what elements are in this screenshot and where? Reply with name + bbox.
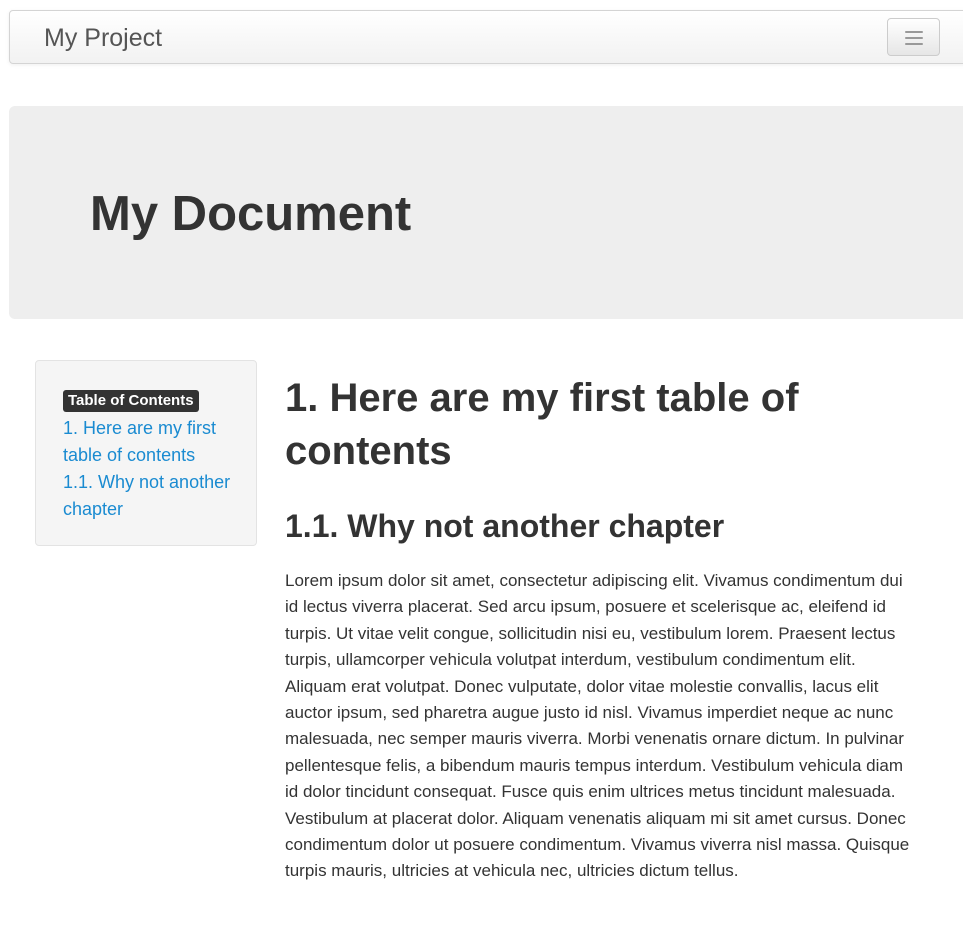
nav-toggle-button[interactable] [887, 18, 940, 56]
toc-links: 1. Here are my first table of contents 1… [63, 415, 233, 523]
navbar: My Project [9, 10, 963, 64]
toc-link-chapter-1[interactable]: 1. Here are my first table of contents [63, 415, 233, 469]
table-of-contents: Table of Contents 1. Here are my first t… [35, 360, 257, 546]
page-title: My Document [90, 187, 412, 241]
section-heading: 1.1. Why not another chapter [285, 508, 725, 544]
main-content: 1. Here are my first table of contents 1… [285, 372, 925, 880]
hero-banner: My Document [9, 106, 963, 319]
brand-link[interactable]: My Project [44, 24, 162, 52]
toc-link-chapter-1-1[interactable]: 1.1. Why not another chapter [63, 469, 233, 523]
body-paragraph: Lorem ipsum dolor sit amet, consectetur … [285, 571, 910, 881]
chapter-heading: 1. Here are my first table of contents [285, 376, 799, 473]
toc-badge: Table of Contents [63, 390, 199, 412]
